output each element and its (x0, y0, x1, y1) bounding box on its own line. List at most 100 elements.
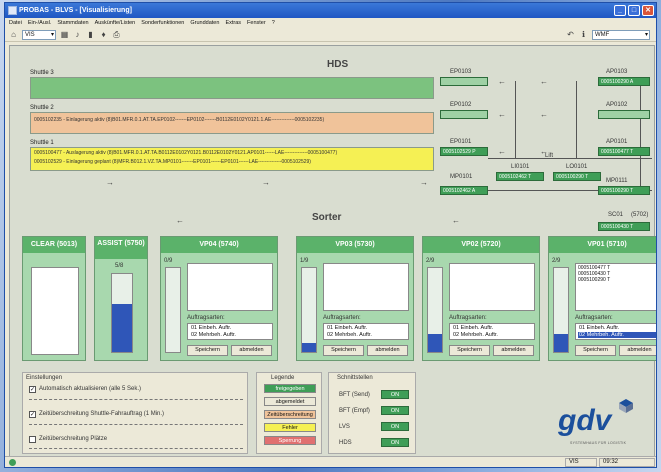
sc01-label: SC01 (608, 212, 624, 218)
assist-progress-fill (112, 303, 132, 352)
station-progress-fill (302, 342, 316, 352)
save-button[interactable]: Speichern (187, 345, 228, 356)
menu-item-fenster[interactable]: Fenster (247, 18, 266, 28)
arrow-right-icon: → (106, 178, 114, 187)
visualization-area: HDS Shuttle 3 Shuttle 2 0005102235 - Ein… (9, 45, 656, 457)
mp0111-box[interactable]: 0005100290 T (598, 186, 650, 195)
station-panel[interactable]: VP03 (5730) 1/9 Auftragsarten: 01 Einbeh… (296, 236, 414, 361)
mp0111-label: MP0111 (606, 178, 628, 184)
ap0101-box[interactable]: 0005100477 T (598, 147, 650, 156)
auftragsarten-list[interactable]: 01 Einbeh. Auftr. 02 Mehrbeh. Auftr. (323, 323, 409, 340)
view-combo[interactable]: VIS (22, 29, 56, 40)
logout-button[interactable]: abmelden (231, 345, 272, 356)
divider (29, 448, 243, 449)
li0101-box[interactable]: 0005102462 T (496, 172, 544, 181)
arrow-right-icon: → (262, 178, 270, 187)
auftrag-option[interactable]: 02 Mehrbeh. Auftr. (190, 332, 272, 338)
auftragsarten-list[interactable]: 01 Einbeh. Auftr. 02 Mehrbeh. Auftr. (187, 323, 273, 340)
arrow-left-icon: ← (498, 147, 506, 156)
save-button[interactable]: Speichern (323, 345, 364, 356)
ap0103-box[interactable]: 0005100290 A (598, 77, 650, 86)
clear-panel[interactable]: CLEAR (5013) (22, 236, 86, 361)
station-panel[interactable]: VP02 (5720) 2/9 Auftragsarten: 01 Einbeh… (422, 236, 540, 361)
arrow-left-icon: ← (176, 216, 184, 225)
auftrag-option[interactable]: 02 Mehrbeh. Auftr. (578, 332, 656, 338)
book-icon[interactable]: ▮ (86, 30, 95, 39)
pin-icon[interactable]: ♦ (99, 30, 108, 39)
auto-refresh-checkbox[interactable]: ✓ (29, 386, 36, 393)
ep0102-box[interactable] (440, 110, 488, 119)
save-button[interactable]: Speichern (575, 345, 616, 356)
close-button[interactable]: ✕ (642, 5, 654, 16)
station-panel[interactable]: VP04 (5740) 0/9 Auftragsarten: 01 Einbeh… (160, 236, 278, 361)
info-icon[interactable]: ℹ (579, 30, 588, 39)
station-progress-fill (554, 333, 568, 352)
grid-icon[interactable]: ▦ (60, 30, 69, 39)
menu-item-extras[interactable]: Extras (225, 18, 241, 28)
station-order-list[interactable] (449, 263, 535, 311)
arrow-left-icon: ← (498, 110, 506, 119)
auftragsarten-list[interactable]: 01 Einbeh. Auftr. 02 Mehrbeh. Auftr. (575, 323, 656, 340)
divider (29, 424, 243, 425)
wmf-combo[interactable]: WMF (592, 29, 650, 40)
legend-sperrung: Sperrung (264, 436, 316, 445)
station-order-list[interactable] (187, 263, 273, 311)
menu-item-help[interactable]: ? (272, 18, 275, 28)
auftragsarten-label: Auftragsarten: (449, 315, 487, 321)
status-bar: VIS 09:32 (5, 456, 656, 467)
logout-button[interactable]: abmelden (367, 345, 408, 356)
settings-title: Einstellungen (26, 375, 63, 381)
menu-item-datei[interactable]: Datei (9, 18, 22, 28)
iface-lvs-label: LVS (339, 424, 350, 430)
shuttle-timeout-checkbox[interactable]: ✓ (29, 411, 36, 418)
mp0101-box[interactable]: 0005102462 A (440, 186, 488, 195)
print-icon[interactable]: ⎙ (112, 30, 121, 39)
shuttle3-bar[interactable] (30, 77, 434, 99)
ep0101-box[interactable]: 0005102529 P (440, 147, 488, 156)
order-item[interactable]: 0005100290 T (578, 277, 610, 283)
music-icon[interactable]: ♪ (73, 30, 82, 39)
arrow-left-icon: ← (540, 110, 548, 119)
menu-item-auskuenfte[interactable]: Auskünfte/Listen (95, 18, 136, 28)
connector-line (515, 81, 516, 158)
assist-panel[interactable]: ASSIST (5750) 5/8 (94, 236, 148, 361)
auftrag-option[interactable]: 02 Mehrbeh. Auftr. (326, 332, 408, 338)
iface-lvs-status: ON (381, 422, 409, 431)
slot-timeout-label: Zeitüberschreitung Plätze (39, 436, 108, 442)
auftrag-option[interactable]: 01 Einbeh. Auftr. (190, 325, 272, 331)
maximize-button[interactable]: □ (628, 5, 640, 16)
shuttle3-label: Shuttle 3 (30, 70, 54, 76)
ap0102-box[interactable] (598, 110, 650, 119)
shuttle1-bar[interactable]: 0005100477 - Auslagerung aktiv (8)B01.MF… (30, 147, 434, 171)
auftragsarten-list[interactable]: 01 Einbeh. Auftr. 02 Mehrbeh. Auftr. (449, 323, 535, 340)
sc01-box[interactable]: 0005100430 T (598, 222, 650, 231)
minimize-button[interactable]: _ (614, 5, 626, 16)
menu-item-ein-ausl[interactable]: Ein-/Ausl. (28, 18, 52, 28)
ep0103-box[interactable] (440, 77, 488, 86)
menu-item-stammdaten[interactable]: Stammdaten (57, 18, 88, 28)
logout-button[interactable]: abmelden (493, 345, 534, 356)
station-panel[interactable]: VP01 (5710) 2/9 0005100477 T 0005100430 T… (548, 236, 656, 361)
arrow-left-icon: ← (540, 77, 548, 86)
shuttle2-bar[interactable]: 0005102235 - Einlagerung aktiv (8)B01.MF… (30, 112, 434, 134)
legend-title: Legende (271, 375, 295, 381)
arrow-back-icon[interactable]: ↶ (566, 30, 575, 39)
logout-button[interactable]: abmelden (619, 345, 656, 356)
menu-item-sonderfunktionen[interactable]: Sonderfunktionen (141, 18, 184, 28)
home-icon[interactable]: ⌂ (9, 30, 18, 39)
lo0101-label: LO0101 (566, 164, 588, 170)
auftrag-option[interactable]: 01 Einbeh. Auftr. (326, 325, 408, 331)
li0101-label: LI0101 (511, 164, 530, 170)
auftragsarten-label: Auftragsarten: (323, 315, 361, 321)
auftrag-option[interactable]: 02 Mehrbeh. Auftr. (452, 332, 534, 338)
auftrag-option[interactable]: 01 Einbeh. Auftr. (452, 325, 534, 331)
slot-timeout-checkbox[interactable] (29, 436, 36, 443)
ap0103-label: AP0103 (606, 69, 628, 75)
legend-freigegeben: freigegeben (264, 384, 316, 393)
lo0101-box[interactable]: 0005100290 T (553, 172, 601, 181)
station-order-list[interactable] (323, 263, 409, 311)
save-button[interactable]: Speichern (449, 345, 490, 356)
auftrag-option[interactable]: 01 Einbeh. Auftr. (578, 325, 656, 331)
menu-item-grunddaten[interactable]: Grunddaten (190, 18, 219, 28)
station-order-list[interactable]: 0005100477 T 0005100430 T 0005100290 T (575, 263, 656, 311)
